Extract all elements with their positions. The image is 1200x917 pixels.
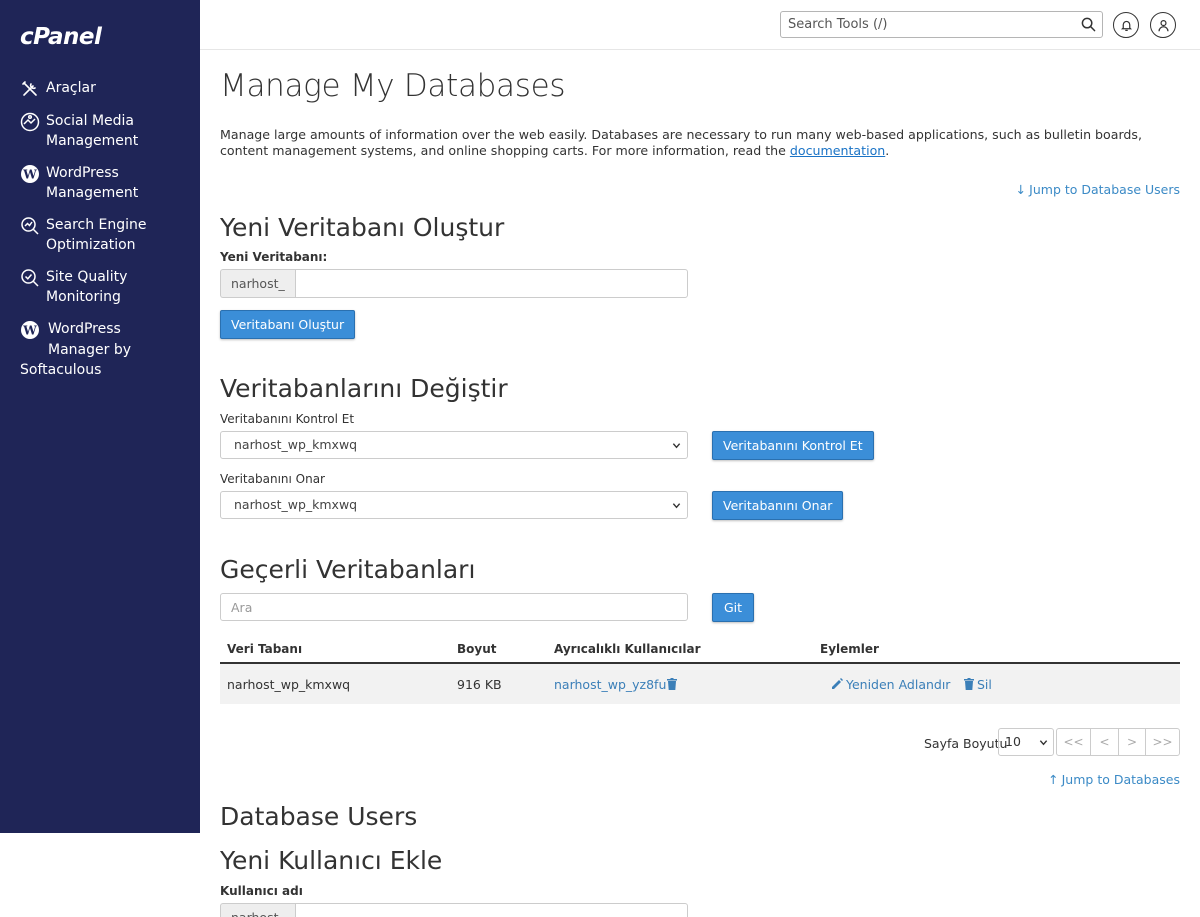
chevron-down-icon	[672, 503, 681, 509]
chevron-down-icon	[1039, 740, 1048, 746]
user-menu-button[interactable]	[1150, 12, 1176, 38]
next-page-button[interactable]: >	[1118, 728, 1146, 756]
col-size[interactable]: Boyut	[457, 642, 497, 656]
username-input-group: narhost_	[220, 903, 688, 917]
sidebar-nav: Araçlar Social Media Management W WordPr…	[0, 78, 200, 392]
page-size-label: Sayfa Boyutu	[924, 736, 1008, 751]
tools-icon	[22, 81, 37, 96]
sidebar-item-site-quality[interactable]: Site Quality Monitoring	[0, 267, 200, 307]
jump-users-label: Jump to Database Users	[1029, 182, 1180, 197]
sidebar-item-wordpress-softaculous[interactable]: W WordPress Manager by Softaculous	[0, 319, 200, 380]
search-tools-box[interactable]	[780, 11, 1103, 38]
sidebar-item-label: Site Quality Monitoring	[46, 269, 128, 305]
user-icon	[1157, 19, 1169, 31]
svg-text:W: W	[22, 168, 37, 182]
delete-label: Sil	[977, 677, 992, 692]
sidebar-item-wordpress-management[interactable]: W WordPress Management	[0, 163, 200, 203]
add-user-heading: Yeni Kullanıcı Ekle	[220, 846, 443, 875]
sidebar-item-label: Social Media Management	[46, 113, 139, 149]
current-db-heading: Geçerli Veritabanları	[220, 555, 476, 584]
repair-db-select[interactable]: narhost_wp_kmxwq	[220, 491, 688, 519]
create-db-heading: Yeni Veritabanı Oluştur	[220, 213, 505, 242]
privileged-user-name: narhost_wp_yz8fu	[554, 677, 667, 692]
check-db-selected: narhost_wp_kmxwq	[234, 437, 358, 452]
pagination: << < > >>	[1056, 728, 1180, 756]
sidebar-item-label: Search Engine Optimization	[46, 217, 147, 253]
jump-to-database-users-link[interactable]: ↓ Jump to Database Users	[1016, 182, 1180, 197]
description-text: Manage large amounts of information over…	[220, 127, 1142, 158]
sidebar-item-label-line3: Softaculous	[20, 362, 102, 378]
check-db-label: Veritabanını Kontrol Et	[220, 412, 355, 426]
sidebar-item-seo[interactable]: Search Engine Optimization	[0, 215, 200, 255]
databases-table: Veri Tabanı Boyut Ayrıcalıklı Kullanıcıl…	[220, 636, 1180, 704]
search-icon[interactable]	[1081, 17, 1096, 32]
modify-db-heading: Veritabanlarını Değiştir	[220, 374, 508, 403]
repair-db-button[interactable]: Veritabanını Onar	[712, 491, 844, 520]
documentation-link[interactable]: documentation	[790, 143, 885, 158]
jump-databases-label: Jump to Databases	[1061, 772, 1180, 787]
database-users-heading: Database Users	[220, 802, 418, 831]
delete-db-link[interactable]: Sil	[963, 677, 992, 692]
prev-page-button[interactable]: <	[1090, 728, 1119, 756]
db-size-cell: 916 KB	[457, 677, 502, 692]
new-db-input[interactable]	[294, 269, 688, 298]
sidebar-item-araclar[interactable]: Araçlar	[0, 78, 200, 99]
site-quality-icon	[21, 269, 39, 287]
social-media-icon	[20, 112, 40, 132]
trash-icon	[964, 678, 974, 690]
new-db-label: Yeni Veritabanı:	[220, 250, 328, 264]
sidebar-item-social-media[interactable]: Social Media Management	[0, 111, 200, 151]
seo-icon	[21, 217, 39, 235]
username-input[interactable]	[294, 903, 688, 917]
page-size-select[interactable]: 10	[998, 728, 1054, 756]
check-db-button[interactable]: Veritabanını Kontrol Et	[712, 431, 874, 460]
repair-db-label: Veritabanını Onar	[220, 472, 325, 486]
rename-db-link[interactable]: Yeniden Adlandır	[831, 677, 950, 692]
svg-text:W: W	[22, 324, 37, 338]
wordpress-icon: W	[21, 165, 39, 183]
go-button[interactable]: Git	[712, 593, 755, 622]
search-tools-input[interactable]	[781, 12, 1071, 37]
wordpress-icon: W	[21, 321, 39, 339]
page-title: Manage My Databases	[220, 68, 566, 104]
top-bar	[200, 0, 1200, 50]
trash-icon[interactable]	[667, 678, 678, 690]
create-db-button[interactable]: Veritabanı Oluştur	[220, 310, 356, 339]
sidebar-item-label: WordPress Management	[46, 165, 139, 201]
user-prefix: narhost_	[220, 903, 295, 917]
db-search-input[interactable]	[220, 593, 688, 621]
check-db-select[interactable]: narhost_wp_kmxwq	[220, 431, 688, 459]
col-database[interactable]: Veri Tabanı	[227, 642, 302, 656]
page-size-value: 10	[1005, 734, 1021, 749]
jump-to-databases-link[interactable]: ↑ Jump to Databases	[1048, 772, 1180, 787]
repair-db-selected: narhost_wp_kmxwq	[234, 497, 358, 512]
arrow-down-icon: ↓	[1015, 182, 1027, 197]
db-prefix: narhost_	[220, 269, 295, 298]
pencil-icon	[832, 678, 843, 689]
last-page-button[interactable]: >>	[1145, 728, 1180, 756]
username-label: Kullanıcı adı	[220, 884, 303, 898]
page-description: Manage large amounts of information over…	[220, 127, 1182, 159]
privileged-user-link[interactable]: narhost_wp_yz8fu	[554, 677, 678, 692]
rename-label: Yeniden Adlandır	[846, 677, 951, 692]
chevron-down-icon	[672, 443, 681, 449]
cpanel-logo[interactable]: cPanel	[20, 24, 102, 50]
table-row: narhost_wp_kmxwq 916 KB narhost_wp_yz8fu…	[220, 664, 1180, 704]
notifications-button[interactable]	[1113, 12, 1139, 38]
first-page-button[interactable]: <<	[1056, 728, 1091, 756]
sidebar-item-label-line1: WordPress	[48, 321, 121, 337]
db-name-cell: narhost_wp_kmxwq	[227, 677, 351, 692]
description-end: .	[885, 143, 890, 158]
col-actions: Eylemler	[820, 642, 879, 656]
col-privileged-users: Ayrıcalıklı Kullanıcılar	[554, 642, 701, 656]
sidebar: cPanel Araçlar Social Media Management W…	[0, 0, 200, 833]
sidebar-item-label-line2: Manager by	[48, 342, 131, 358]
sidebar-item-label: Araçlar	[46, 80, 96, 96]
table-header: Veri Tabanı Boyut Ayrıcalıklı Kullanıcıl…	[220, 636, 1180, 664]
new-db-input-group: narhost_	[220, 269, 688, 298]
bell-icon	[1120, 20, 1132, 31]
arrow-up-icon: ↑	[1048, 772, 1059, 787]
